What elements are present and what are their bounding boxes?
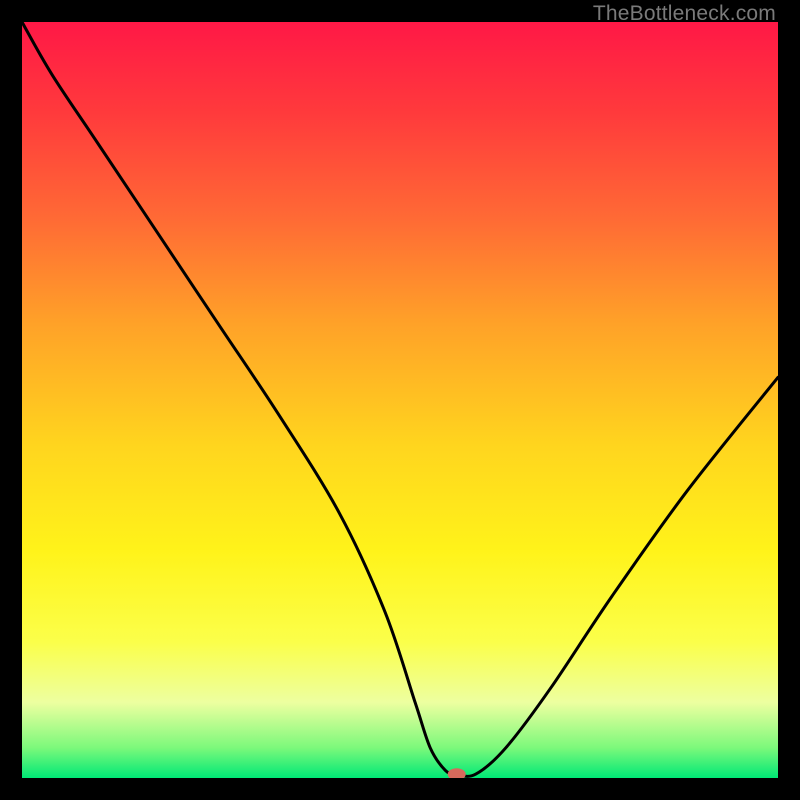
bottleneck-curve xyxy=(22,22,778,776)
chart-plot-area xyxy=(22,22,778,778)
chart-svg xyxy=(22,22,778,778)
optimal-point-marker xyxy=(448,768,466,778)
attribution-label: TheBottleneck.com xyxy=(593,2,776,26)
